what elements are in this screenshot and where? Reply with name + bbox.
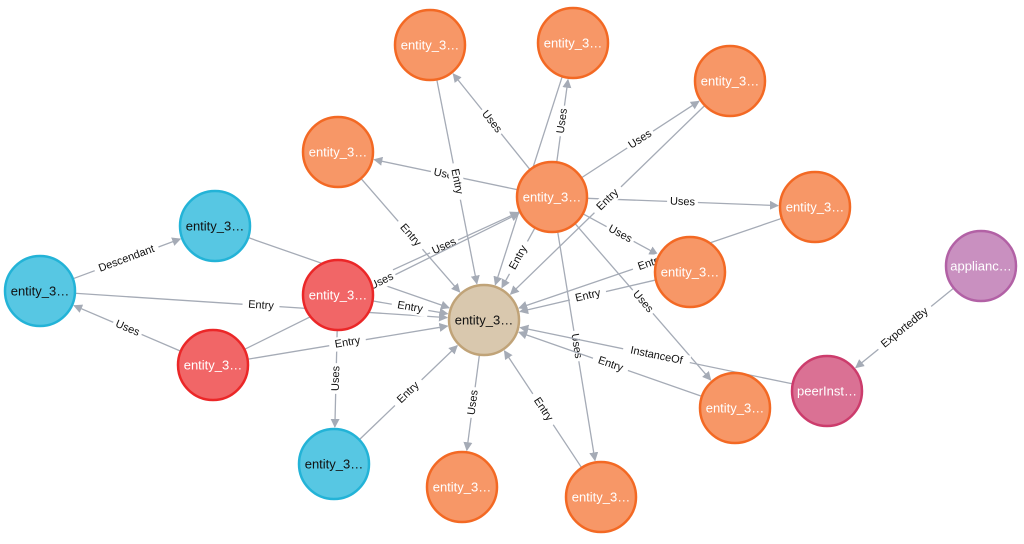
node-r-bot[interactable]: entity_3…	[176, 328, 250, 402]
node-label: entity_3…	[786, 200, 845, 215]
edge-label: ExportedBy	[873, 301, 936, 355]
edge-label: Uses	[110, 315, 145, 341]
node-label: entity_3…	[401, 38, 460, 53]
edge-exportedby[interactable]: ExportedBy	[855, 287, 955, 369]
edge-label: Uses	[464, 386, 483, 419]
edge-label: Uses	[427, 233, 462, 260]
edge-label: Entry	[392, 216, 428, 254]
graph-canvas[interactable]: Uses UsesUsesUsesUsesUsesUsesUsesEntryEnt…	[0, 0, 1024, 544]
node-label: entity_3…	[433, 480, 492, 495]
edge-label-text: Entry	[448, 168, 465, 196]
node-label: entity_3…	[706, 401, 765, 416]
node-label: peerInst…	[797, 384, 857, 399]
edge-label: Descendant	[92, 240, 161, 278]
edge-instanceof[interactable]: InstanceOf	[519, 324, 793, 385]
edge-label: Entry	[328, 332, 367, 353]
node-label: entity_3…	[572, 490, 631, 505]
edge-label: Entry	[242, 297, 280, 314]
edge-descendant[interactable]: Descendant	[72, 237, 182, 280]
node-label: entity_3…	[186, 219, 245, 234]
edge-entry[interactable]: Entry	[74, 292, 448, 322]
edge-entry[interactable]: Entry	[358, 345, 458, 441]
edge-label-text: Entry	[334, 335, 362, 351]
node-o-top3[interactable]: entity_3…	[693, 44, 767, 118]
edge-label-text: Entry	[248, 299, 275, 313]
edge-label: Entry	[390, 374, 427, 411]
edge-uses[interactable]: Uses	[557, 231, 599, 462]
edge-label: Uses	[627, 285, 659, 318]
node-b-top[interactable]: entity_3…	[178, 189, 252, 263]
node-label: entity_3…	[309, 145, 368, 160]
node-label: entity_3…	[11, 284, 70, 299]
edge-uses[interactable]: Uses	[582, 213, 659, 255]
edge-uses[interactable]: Uses	[553, 78, 572, 163]
edge-entry[interactable]: Entry	[372, 297, 449, 318]
edge-label: Uses	[603, 220, 637, 248]
node-label: entity_3…	[184, 358, 243, 373]
edge-label: Uses	[328, 362, 344, 395]
node-hub[interactable]: entity_3…	[515, 160, 589, 234]
edge-label-text: InstanceOf	[629, 344, 684, 367]
node-label: applianc…	[950, 259, 1011, 274]
node-peer[interactable]: peerInst…	[790, 354, 864, 428]
node-o-left[interactable]: entity_3…	[301, 115, 375, 189]
edge-uses[interactable]: Uses	[373, 156, 518, 191]
edge-label: Uses	[623, 125, 657, 154]
node-o-right2[interactable]: entity_3…	[653, 235, 727, 309]
node-label: entity_3…	[309, 288, 368, 303]
edge-label-text: Uses	[330, 365, 343, 391]
node-center[interactable]: entity_3…	[447, 283, 521, 357]
edge-label-text: Descendant	[97, 243, 156, 275]
node-o-top1[interactable]: entity_3…	[393, 8, 467, 82]
edge-label: Uses	[666, 194, 699, 210]
edge-uses[interactable]: Uses	[463, 354, 483, 452]
edge-entry[interactable]: Entry	[360, 177, 461, 293]
edge-entry[interactable]: Entry	[501, 227, 536, 289]
node-o-top2[interactable]: entity_3…	[536, 6, 610, 80]
edge-entry[interactable]: Entry	[503, 350, 583, 469]
node-label: entity_3…	[661, 265, 720, 280]
node-label: entity_3…	[455, 313, 514, 328]
edge-label: Entry	[527, 390, 560, 429]
edge-label-text: Uses	[670, 195, 696, 208]
node-o-bot2[interactable]: entity_3…	[564, 460, 638, 534]
edge-entry[interactable]: Entry	[247, 322, 449, 360]
edge-label: Entry	[568, 284, 608, 307]
node-o-bot1[interactable]: entity_3…	[425, 450, 499, 524]
node-label: entity_3…	[305, 457, 364, 472]
node-appliance[interactable]: applianc…	[944, 229, 1018, 303]
edge-label: Uses	[476, 105, 507, 139]
node-label: entity_3…	[701, 74, 760, 89]
node-o-right1[interactable]: entity_3…	[778, 170, 852, 244]
node-b-left[interactable]: entity_3…	[3, 254, 77, 328]
edge-label-text: Uses	[568, 333, 584, 360]
edge-label-text: Entry	[396, 299, 424, 315]
node-label: entity_3…	[523, 190, 582, 205]
edge-uses[interactable]: Uses	[73, 304, 182, 352]
edge-label: Uses	[553, 104, 572, 138]
node-r-top[interactable]: entity_3…	[301, 258, 375, 332]
node-b-bot[interactable]: entity_3…	[297, 427, 371, 501]
node-label: entity_3…	[544, 36, 603, 51]
node-o-low1[interactable]: entity_3…	[698, 371, 772, 445]
edge-uses[interactable]: Uses	[452, 73, 531, 171]
edge-label-text: ExportedBy	[879, 305, 931, 350]
edge-uses[interactable]: Uses	[580, 100, 700, 179]
edge-label: Uses	[566, 329, 586, 363]
